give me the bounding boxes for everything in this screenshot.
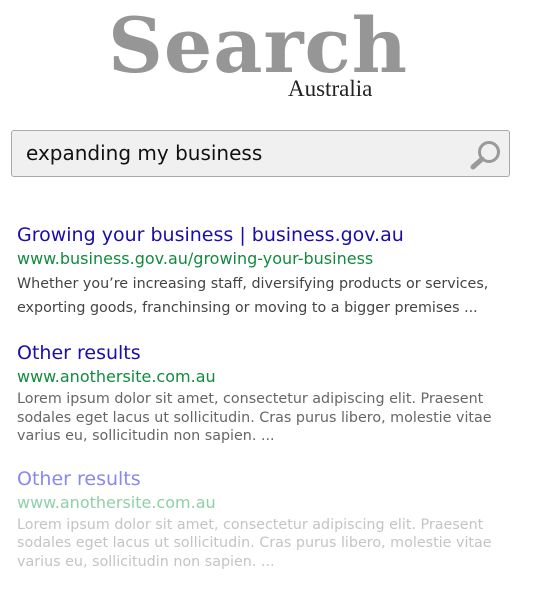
result-url[interactable]: www.anothersite.com.au — [17, 366, 537, 388]
logo: Search Australia — [108, 2, 407, 102]
result-item: Other results www.anothersite.com.au Lor… — [17, 341, 537, 446]
result-item: Growing your business | business.gov.au … — [17, 223, 537, 320]
result-title-link[interactable]: Other results — [17, 341, 537, 366]
result-url[interactable]: www.business.gov.au/growing-your-busines… — [17, 248, 537, 270]
result-title-link[interactable]: Growing your business | business.gov.au — [17, 223, 537, 248]
search-results: Growing your business | business.gov.au … — [17, 223, 537, 592]
search-input[interactable] — [26, 131, 446, 176]
result-snippet: Whether you’re increasing staff, diversi… — [17, 276, 489, 316]
result-snippet: Lorem ipsum dolor sit amet, consectetur … — [17, 516, 492, 570]
magnifier-icon[interactable] — [468, 139, 504, 171]
result-title-link[interactable]: Other results — [17, 467, 537, 492]
search-bar — [11, 130, 510, 177]
result-snippet: Lorem ipsum dolor sit amet, consectetur … — [17, 391, 492, 444]
result-item: Other results www.anothersite.com.au Lor… — [17, 467, 537, 572]
logo-subtitle: Australia — [288, 76, 373, 101]
result-url[interactable]: www.anothersite.com.au — [17, 492, 537, 514]
